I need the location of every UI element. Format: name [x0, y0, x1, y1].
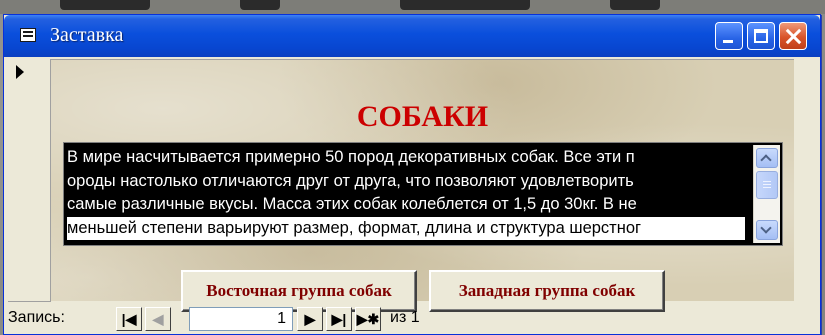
record-label: Запись: — [8, 309, 65, 326]
record-number-input[interactable]: 1 — [189, 307, 293, 331]
scroll-up-icon[interactable] — [756, 148, 778, 168]
form-window: Заставка СОБАКИ В мире насчитывается при… — [3, 14, 821, 335]
next-record-icon: ▶ — [304, 311, 316, 327]
background-strip — [0, 0, 825, 14]
previous-record-icon: ◀ — [152, 311, 164, 327]
minimize-button[interactable] — [715, 22, 743, 50]
last-record-button[interactable]: ▶| — [326, 307, 352, 331]
form-icon — [20, 28, 36, 42]
first-record-icon: |◀ — [121, 311, 137, 327]
current-record-arrow-icon — [16, 65, 24, 79]
scroll-down-icon[interactable] — [756, 220, 778, 240]
maximize-button[interactable] — [747, 22, 775, 50]
title-bar[interactable]: Заставка — [4, 15, 820, 57]
memo-line: В мире насчитывается примерно 50 пород д… — [67, 148, 635, 166]
previous-record-button[interactable]: ◀ — [145, 307, 171, 331]
memo-line: меньшей степени варьируют размер, формат… — [67, 216, 745, 240]
record-selector[interactable] — [8, 59, 51, 302]
record-navigator: Запись: |◀ ◀ 1 ▶ ▶| ▶✱ из 1 — [4, 304, 820, 334]
description-text[interactable]: В мире насчитывается примерно 50 пород д… — [67, 146, 745, 242]
form-detail-section: СОБАКИ В мире насчитывается примерно 50 … — [51, 59, 794, 312]
window-title: Заставка — [50, 24, 124, 46]
new-record-button[interactable]: ▶✱ — [355, 307, 381, 331]
first-record-button[interactable]: |◀ — [116, 307, 142, 331]
close-button[interactable] — [779, 22, 807, 50]
next-record-button[interactable]: ▶ — [297, 307, 323, 331]
description-textbox[interactable]: В мире насчитывается примерно 50 пород д… — [63, 142, 783, 246]
memo-line: самые различные вкусы. Масса этих собак … — [67, 195, 637, 213]
scroll-thumb[interactable] — [756, 171, 778, 199]
form-heading: СОБАКИ — [356, 100, 489, 133]
record-count: из 1 — [390, 309, 420, 326]
memo-line: ороды настолько отличаются друг от друга… — [67, 171, 634, 190]
last-record-icon: ▶| — [331, 311, 347, 327]
vertical-scrollbar[interactable] — [753, 145, 780, 243]
new-record-icon: ▶✱ — [356, 311, 380, 327]
